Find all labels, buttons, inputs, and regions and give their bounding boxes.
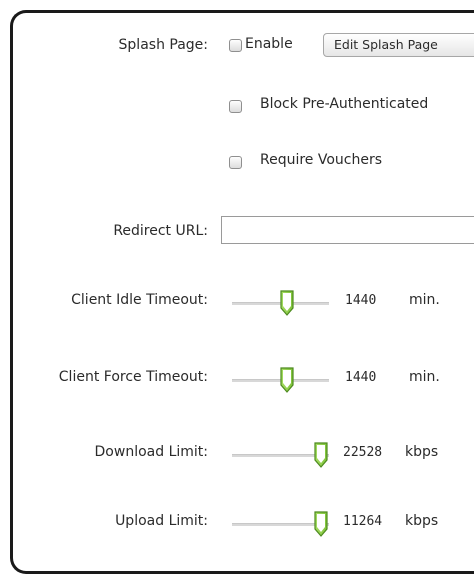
require-vouchers-checkbox[interactable] xyxy=(229,156,242,169)
client-force-timeout-unit: min. xyxy=(409,369,440,385)
redirect-url-input[interactable] xyxy=(221,216,474,244)
upload-limit-label: Upload Limit: xyxy=(115,513,208,529)
enable-label: Enable xyxy=(245,36,293,52)
client-idle-timeout-slider-thumb[interactable] xyxy=(279,290,295,316)
upload-limit-slider-thumb[interactable] xyxy=(313,511,329,537)
block-pre-authenticated-checkbox[interactable] xyxy=(229,100,242,113)
require-vouchers-label: Require Vouchers xyxy=(260,152,383,168)
client-force-timeout-value: 1440 xyxy=(345,370,377,385)
client-force-timeout-slider-thumb[interactable] xyxy=(279,367,295,393)
client-idle-timeout-value: 1440 xyxy=(345,293,377,308)
edit-splash-page-button[interactable]: Edit Splash Page xyxy=(323,33,474,57)
upload-limit-value: 11264 xyxy=(343,514,383,529)
download-limit-unit: kbps xyxy=(405,444,439,460)
redirect-url-label: Redirect URL: xyxy=(113,223,208,239)
splash-page-label: Splash Page: xyxy=(118,37,208,53)
download-limit-slider-thumb[interactable] xyxy=(313,442,329,468)
block-pre-authenticated-label: Block Pre-Authenticated xyxy=(260,96,429,112)
enable-checkbox[interactable] xyxy=(229,39,242,52)
client-idle-timeout-unit: min. xyxy=(409,292,440,308)
client-force-timeout-label: Client Force Timeout: xyxy=(58,369,208,385)
download-limit-label: Download Limit: xyxy=(94,444,208,460)
download-limit-value: 22528 xyxy=(343,445,383,460)
upload-limit-unit: kbps xyxy=(405,513,439,529)
client-idle-timeout-label: Client Idle Timeout: xyxy=(71,292,208,308)
